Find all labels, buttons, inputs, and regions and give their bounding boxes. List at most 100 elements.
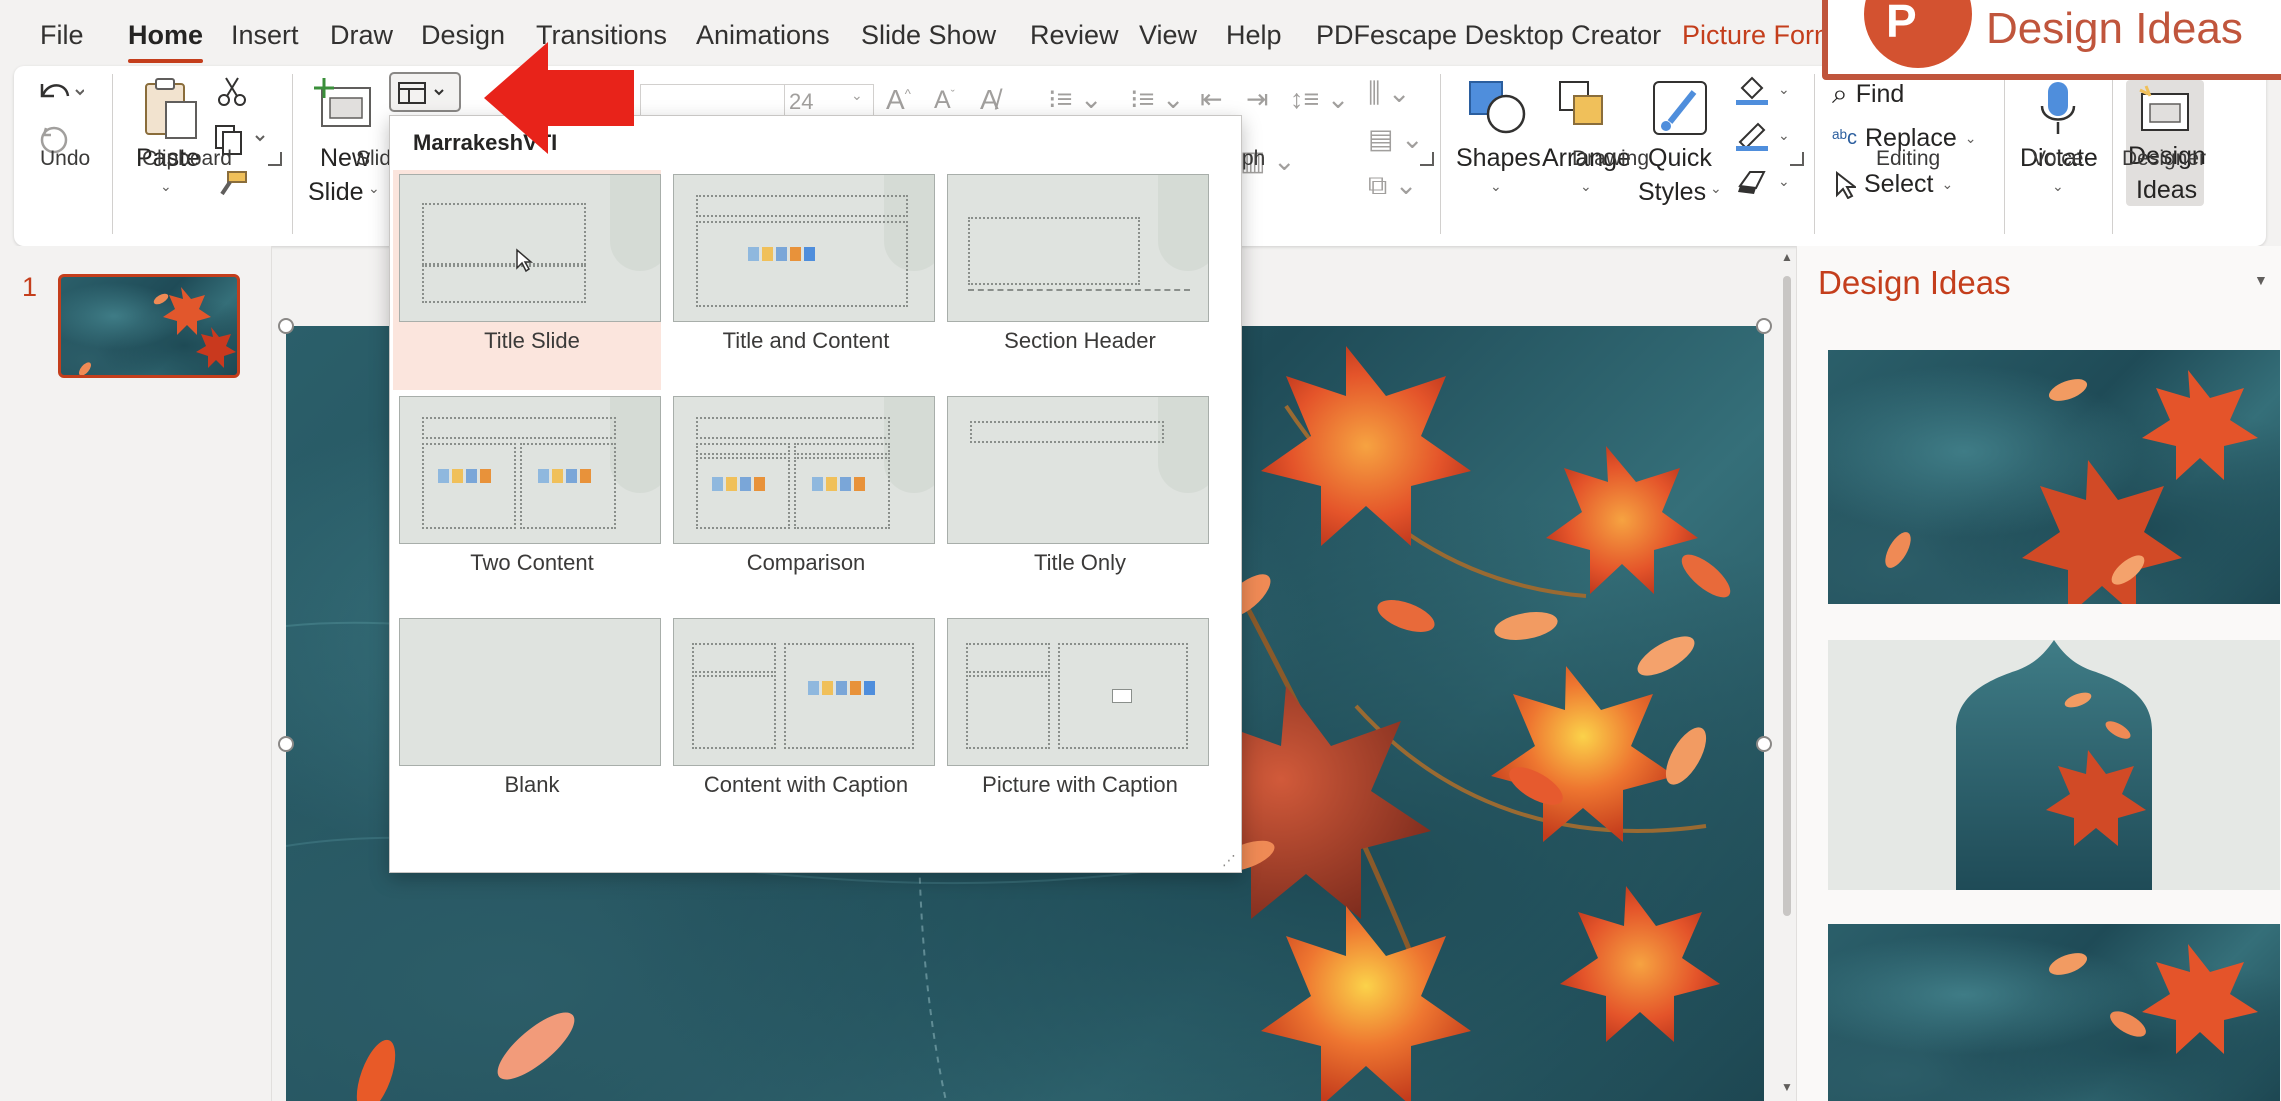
tab-animations[interactable]: Animations [696, 20, 830, 51]
chevron-down-icon[interactable]: ⌄ [160, 178, 172, 195]
powerpoint-window: File Home Insert Draw Design Transitions… [0, 0, 2281, 1101]
align-text-icon[interactable]: ▤ ⌄ [1368, 124, 1424, 155]
shape-outline-button[interactable]: ⌄ [1734, 118, 1790, 152]
shape-effects-button[interactable]: ⌄ [1734, 166, 1790, 196]
layout-two-content[interactable]: Two Content [393, 392, 661, 604]
resize-handle[interactable] [1756, 736, 1772, 752]
line-spacing-icon[interactable]: ↕≡ ⌄ [1290, 84, 1349, 115]
design-ideas-button[interactable]: Design Ideas [2126, 80, 2206, 206]
numbering-icon[interactable]: ⁝≡ ⌄ [1130, 84, 1184, 115]
cut-icon[interactable] [216, 76, 248, 108]
drawing-launcher-icon[interactable] [1790, 152, 1804, 166]
tab-view[interactable]: View [1139, 20, 1197, 51]
resize-handle[interactable] [1756, 318, 1772, 334]
clear-formatting-icon[interactable]: A̸ [980, 84, 999, 116]
microphone-icon[interactable] [2036, 80, 2080, 138]
red-arrow-annotation [484, 42, 634, 154]
arrange-icon[interactable] [1556, 78, 1616, 136]
vertical-scrollbar[interactable]: ▲ ▼ [1780, 246, 1794, 1101]
layout-title-only[interactable]: Title Only [941, 392, 1209, 604]
divider [2112, 74, 2113, 234]
design-idea-option[interactable] [1828, 924, 2280, 1101]
find-label: Find [1855, 80, 1905, 108]
chevron-down-icon[interactable]: ⌄ [1490, 178, 1502, 195]
layout-blank[interactable]: Blank [393, 614, 661, 826]
paragraph-group-label: ph [1242, 147, 1266, 170]
tab-pdfescape[interactable]: PDFescape Desktop Creator [1316, 20, 1661, 51]
layout-name: Title Only [1033, 550, 1127, 575]
leaves-image [79, 287, 236, 375]
select-button[interactable]: Select ⌄ [1834, 170, 1953, 199]
layout-preview [947, 618, 1209, 766]
increase-indent-icon[interactable]: ⇥ [1246, 84, 1269, 115]
quick-styles-label-1[interactable]: Quick [1648, 142, 1712, 174]
quick-styles-icon[interactable] [1650, 78, 1712, 138]
callout-text: Design Ideas [1986, 4, 2243, 53]
undo-icon[interactable] [34, 74, 84, 110]
tab-draw[interactable]: Draw [330, 20, 393, 51]
chevron-down-icon[interactable]: ⌄ [368, 180, 380, 197]
layout-name: Two Content [470, 550, 594, 575]
chevron-down-icon: ⌄ [1964, 130, 1977, 146]
chevron-down-icon: ⌄ [1778, 126, 1790, 143]
tab-help[interactable]: Help [1226, 20, 1282, 51]
text-direction-icon[interactable]: ⫼ ⌄ [1368, 78, 1411, 110]
bullets-icon[interactable]: ⁝≡ ⌄ [1048, 84, 1102, 115]
clipboard-launcher-icon[interactable] [268, 152, 282, 166]
voice-group-label: Voice [2032, 147, 2084, 170]
tab-home[interactable]: Home [128, 20, 204, 63]
scroll-thumb[interactable] [1783, 276, 1791, 916]
undo-group-label: Undo [40, 147, 91, 170]
tab-slide-show[interactable]: Slide Show [861, 20, 996, 51]
tab-file[interactable]: File [40, 20, 84, 51]
design-idea-option[interactable] [1828, 640, 2280, 890]
layout-preview [947, 396, 1209, 544]
chevron-down-icon[interactable]: ▼ [2254, 272, 2268, 288]
paste-icon[interactable] [140, 76, 200, 142]
decrease-indent-icon[interactable]: ⇤ [1200, 84, 1223, 115]
resize-grip-icon[interactable]: ⋰ [1222, 852, 1236, 869]
tab-review[interactable]: Review [1030, 20, 1119, 51]
shapes-label[interactable]: Shapes [1456, 142, 1541, 174]
layout-content-with-caption[interactable]: Content with Caption [667, 614, 935, 826]
new-slide-icon[interactable] [312, 76, 376, 132]
select-label: Select [1864, 170, 1934, 198]
shape-fill-button[interactable]: ⌄ [1734, 72, 1790, 106]
resize-handle[interactable] [278, 736, 294, 752]
slide-number: 1 [22, 272, 38, 302]
divider [112, 74, 113, 234]
chevron-down-icon[interactable]: ⌄ [1710, 180, 1722, 197]
quick-styles-label-2[interactable]: Styles [1638, 176, 1706, 208]
find-button[interactable]: ⌕ Find [1832, 78, 1904, 111]
grow-font-icon[interactable]: A^ [886, 84, 911, 116]
layout-preview [399, 618, 661, 766]
design-ideas-icon [2139, 85, 2189, 131]
paragraph-launcher-icon[interactable] [1420, 152, 1434, 166]
scroll-down-icon[interactable]: ▼ [1781, 1080, 1793, 1094]
layout-picture-with-caption[interactable]: Picture with Caption [941, 614, 1209, 826]
divider [1814, 74, 1815, 234]
tab-insert[interactable]: Insert [231, 20, 299, 51]
design-ideas-label-2: Ideas [2136, 176, 2198, 204]
layout-button[interactable] [389, 72, 461, 112]
slide-thumbnail[interactable] [58, 274, 240, 378]
layout-comparison[interactable]: Comparison [667, 392, 935, 604]
shapes-icon[interactable] [1466, 78, 1530, 136]
format-painter-icon[interactable] [216, 170, 248, 200]
tab-picture-format[interactable]: Picture Form [1682, 20, 1837, 51]
scroll-up-icon[interactable]: ▲ [1781, 250, 1793, 264]
chevron-down-icon[interactable]: ⌄ [2052, 178, 2064, 195]
divider [2004, 74, 2005, 234]
layout-title-slide[interactable]: Title Slide [393, 170, 661, 390]
resize-handle[interactable] [278, 318, 294, 334]
chevron-down-icon[interactable]: ⌄ [1580, 178, 1592, 195]
new-slide-label-2[interactable]: Slide [308, 176, 364, 208]
shrink-font-icon[interactable]: Aˇ [934, 86, 955, 115]
layout-preview [673, 174, 935, 322]
slides-group-label: Slid [356, 147, 392, 170]
layout-section-header[interactable]: Section Header [941, 170, 1209, 382]
layout-title-and-content[interactable]: Title and Content [667, 170, 935, 382]
layout-name: Picture with Caption [982, 772, 1178, 797]
smartart-icon[interactable]: ⧉ ⌄ [1368, 170, 1417, 202]
design-idea-option[interactable] [1828, 350, 2280, 604]
